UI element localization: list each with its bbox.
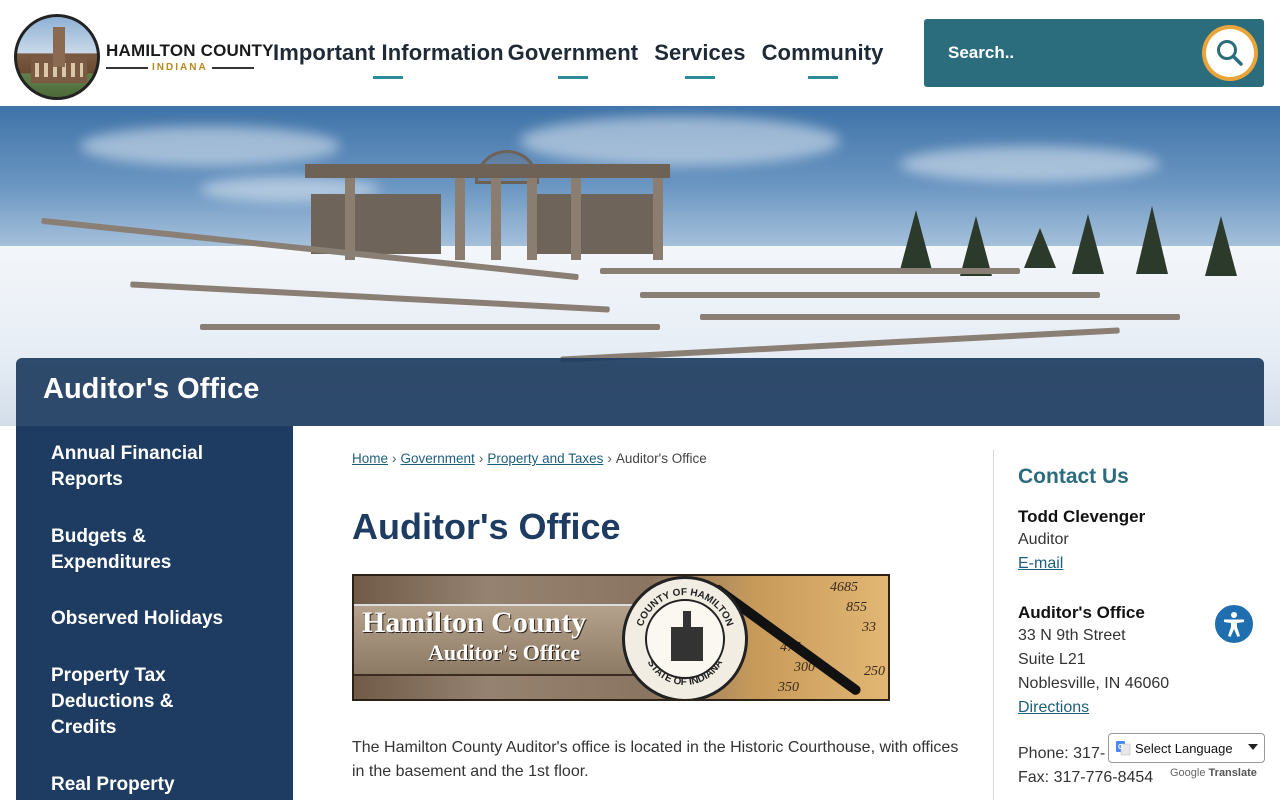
breadcrumb-home[interactable]: Home <box>352 451 388 466</box>
nav-government[interactable]: Government <box>505 0 642 106</box>
contact-office-name: Auditor's Office <box>1018 603 1145 622</box>
logo-title: HAMILTON COUNTY <box>106 41 274 60</box>
sidebar-item-property-tax-deductions[interactable]: Property Tax Deductions & Credits <box>51 663 221 741</box>
breadcrumb-property-and-taxes[interactable]: Property and Taxes <box>487 451 603 466</box>
google-translate-icon: G <box>1116 741 1131 756</box>
main-nav: Important Information Government Service… <box>270 0 896 106</box>
contact-heading: Contact Us <box>1018 465 1129 488</box>
language-select-label: Select Language <box>1135 740 1233 756</box>
accessibility-icon <box>1224 612 1244 637</box>
sidebar-item-observed-holidays[interactable]: Observed Holidays <box>51 606 271 632</box>
sidebar-item-annual-financial-reports[interactable]: Annual Financial Reports <box>51 441 271 493</box>
nav-services[interactable]: Services <box>651 0 748 106</box>
svg-text:G: G <box>1118 744 1124 751</box>
intro-paragraph: The Hamilton County Auditor's office is … <box>352 739 959 780</box>
courthouse-logo-icon <box>14 14 100 100</box>
site-header: HAMILTON COUNTY INDIANA Important Inform… <box>0 0 1280 106</box>
contact-person-name: Todd Clevenger <box>1018 507 1146 526</box>
contact-address-line3: Noblesville, IN 46060 <box>1018 675 1170 692</box>
nav-underline <box>373 76 404 79</box>
contact-fax: Fax: 317-776-8454 <box>1018 769 1154 786</box>
column-divider <box>993 450 994 800</box>
breadcrumb: Home › Government › Property and Taxes › Audit… <box>352 451 707 466</box>
accessibility-button[interactable] <box>1213 603 1255 645</box>
sidebar-nav: Annual Financial Reports Budgets & Expen… <box>16 426 293 800</box>
contact-address-line1: 33 N 9th Street <box>1018 627 1126 644</box>
auditor-banner-image: Hamilton County Auditor's Office 4685 85… <box>352 574 890 701</box>
google-wordmark: Google <box>1170 767 1206 779</box>
nav-label: Government <box>507 40 639 65</box>
contact-phone: Phone: 317- <box>1018 745 1106 762</box>
county-seal-icon: COUNTY OF HAMILTON STATE OF INDIANA <box>622 576 748 699</box>
site-logo[interactable]: HAMILTON COUNTY INDIANA <box>14 14 274 100</box>
nav-important-information[interactable]: Important Information <box>270 0 507 106</box>
search-box <box>924 19 1264 87</box>
chevron-down-icon <box>1248 744 1258 750</box>
search-button[interactable] <box>1202 25 1258 81</box>
contact-email-link[interactable]: E-mail <box>1018 555 1063 572</box>
nav-underline <box>807 76 838 79</box>
nav-label: Services <box>654 40 746 65</box>
banner-line2: Auditor's Office <box>428 640 581 665</box>
sidebar-item-real-property[interactable]: Real Property <box>51 772 271 798</box>
language-select[interactable]: G Select Language <box>1108 733 1265 763</box>
nav-community[interactable]: Community <box>759 0 887 106</box>
logo-subtitle: INDIANA <box>152 62 208 73</box>
contact-directions-link[interactable]: Directions <box>1018 699 1089 716</box>
banner-line1: Hamilton County <box>362 606 587 639</box>
page-title-band: Auditor's Office <box>16 358 1264 426</box>
nav-label: Important Information <box>273 40 504 65</box>
contact-person-title: Auditor <box>1018 531 1069 548</box>
nav-underline <box>557 76 588 79</box>
hero-title: Auditor's Office <box>43 373 260 405</box>
breadcrumb-current: Auditor's Office <box>615 451 707 466</box>
breadcrumb-government[interactable]: Government <box>401 451 475 466</box>
search-icon <box>1217 40 1243 66</box>
nav-label: Community <box>761 40 884 65</box>
contact-address-line2: Suite L21 <box>1018 651 1086 668</box>
nav-underline <box>684 76 715 79</box>
translate-word: Translate <box>1208 767 1257 779</box>
search-input[interactable] <box>936 33 1186 73</box>
sidebar-item-budgets-expenditures[interactable]: Budgets & Expenditures <box>51 524 271 576</box>
page-title: Auditor's Office <box>352 506 621 547</box>
powered-by-google: Google Translate <box>1170 767 1257 779</box>
